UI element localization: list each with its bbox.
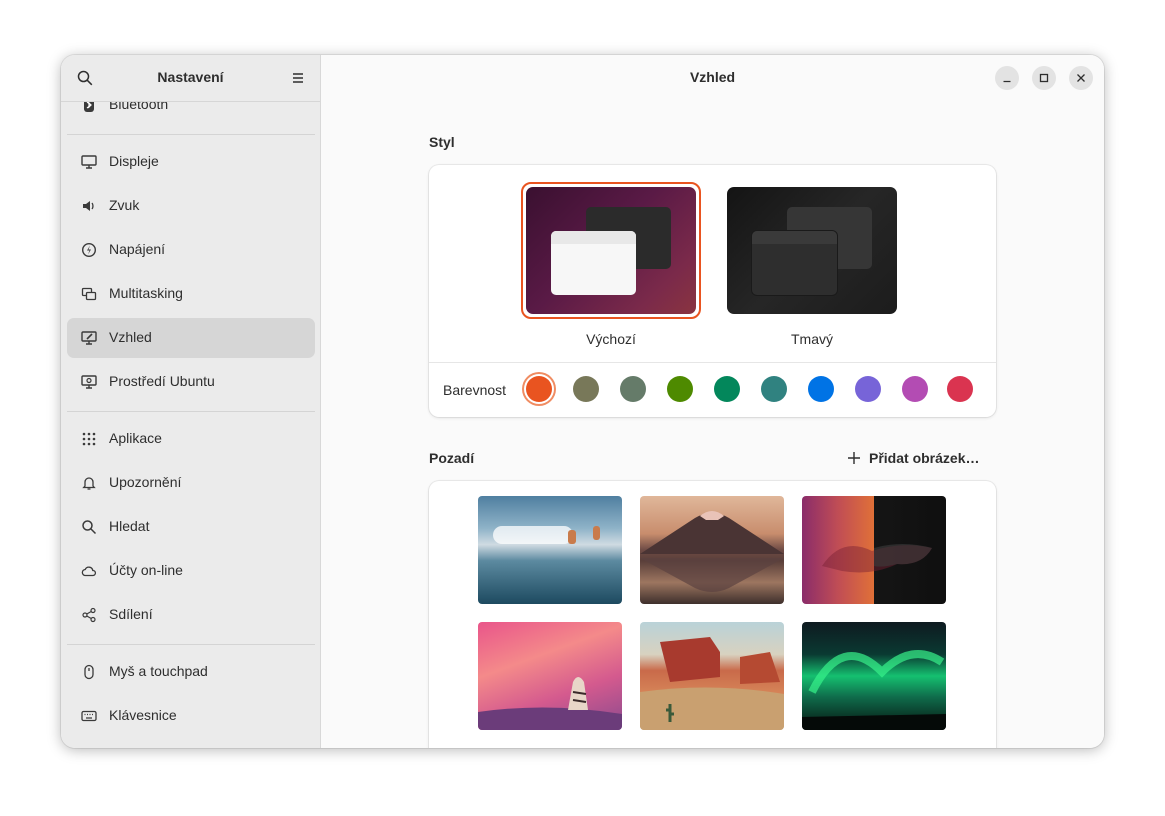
sidebar-divider: [67, 134, 315, 135]
sidebar-item-label: Displeje: [109, 153, 159, 169]
sidebar-item-multitasking[interactable]: Multitasking: [67, 274, 315, 314]
multitasking-icon: [81, 287, 97, 301]
accent-swatch-magenta[interactable]: [902, 376, 928, 402]
sidebar-item-ucty-online[interactable]: Účty on-line: [67, 551, 315, 591]
sidebar-header: Nastavení: [61, 55, 320, 102]
sidebar-item-label: Multitasking: [109, 285, 183, 301]
sidebar-divider: [67, 644, 315, 645]
sidebar-item-label: Klávesnice: [109, 707, 177, 723]
wallpaper-aurora[interactable]: [802, 622, 946, 730]
style-preview-dark: [727, 187, 897, 314]
accent-swatch-bark[interactable]: [573, 376, 599, 402]
cloud-shape: [493, 526, 573, 544]
preview-titlebar: [752, 231, 837, 244]
keyboard-icon: [81, 710, 97, 722]
sidebar-item-label: Prostředí Ubuntu: [109, 373, 215, 389]
wallpaper-numbat-pink[interactable]: [478, 622, 622, 730]
sidebar-item-label: Myš a touchpad: [109, 663, 208, 679]
accent-color-label: Barevnost: [443, 382, 507, 398]
accent-swatch-purple[interactable]: [855, 376, 881, 402]
sidebar-title: Nastavení: [157, 69, 224, 85]
cloud-icon: [81, 566, 97, 577]
sidebar-divider: [67, 411, 315, 412]
settings-window: Bluetooth Displeje Zvuk Napájení Multita…: [61, 55, 1104, 748]
wallpaper-mountain-lake[interactable]: [640, 496, 784, 604]
page-title: Vzhled: [689, 69, 736, 85]
close-icon: [1077, 74, 1085, 82]
sidebar-item-mys-touchpad[interactable]: Myš a touchpad: [67, 652, 315, 692]
style-section-title: Styl: [429, 134, 455, 150]
sidebar-item-label: Vzhled: [109, 329, 152, 345]
accent-swatch-blue[interactable]: [808, 376, 834, 402]
minimize-icon: [1003, 80, 1011, 83]
sidebar-item-label: Zvuk: [109, 197, 140, 213]
close-button[interactable]: [1069, 66, 1093, 90]
aurora-shape: [802, 650, 946, 730]
wallpaper-desert-canyon[interactable]: [640, 622, 784, 730]
sidebar-item-prostredi-ubuntu[interactable]: Prostředí Ubuntu: [67, 362, 315, 402]
style-option-label: Výchozí: [586, 331, 636, 347]
share-icon: [82, 607, 96, 623]
wallpaper-numbat-light-dark[interactable]: [802, 496, 946, 604]
style-card: Výchozí Tmavý Barevnost: [429, 165, 996, 417]
wallpaper-sky-reflection[interactable]: [478, 496, 622, 604]
numbat-silhouette: [822, 544, 932, 573]
content-pane: Vzhled Styl Výchozí Tmavý Barevnost Poza…: [321, 55, 1104, 748]
accent-swatch-prussian-green[interactable]: [761, 376, 787, 402]
ubuntu-desktop-icon: [81, 375, 97, 389]
plus-icon: [848, 452, 860, 464]
accent-swatch-viridian[interactable]: [714, 376, 740, 402]
add-picture-label: Přidat obrázek…: [869, 450, 980, 466]
maximize-button[interactable]: [1032, 66, 1056, 90]
mouse-icon: [84, 664, 94, 680]
maximize-icon: [1039, 73, 1049, 83]
search-icon: [82, 520, 97, 535]
figure-shape: [568, 530, 576, 544]
accent-swatch-red[interactable]: [947, 376, 973, 402]
sidebar: Bluetooth Displeje Zvuk Napájení Multita…: [61, 55, 321, 748]
mountain-shape: [640, 511, 784, 592]
hamburger-menu-icon[interactable]: [289, 69, 307, 87]
display-icon: [81, 155, 97, 169]
style-preview-default: [526, 187, 696, 314]
sidebar-item-label: Upozornění: [109, 474, 182, 490]
preview-titlebar: [551, 231, 636, 244]
sidebar-item-displeje[interactable]: Displeje: [67, 142, 315, 182]
sidebar-item-hledat[interactable]: Hledat: [67, 507, 315, 547]
style-divider: [429, 362, 996, 363]
sidebar-item-label: Napájení: [109, 241, 166, 257]
background-section-title: Pozadí: [429, 450, 475, 466]
accent-swatch-sage[interactable]: [620, 376, 646, 402]
apps-grid-icon: [82, 432, 96, 446]
sidebar-item-napajeni[interactable]: Napájení: [67, 230, 315, 270]
sidebar-item-klavesnice[interactable]: Klávesnice: [67, 696, 315, 736]
sidebar-item-aplikace[interactable]: Aplikace: [67, 419, 315, 459]
speaker-icon: [83, 201, 94, 211]
sidebar-item-label: Hledat: [109, 518, 150, 534]
sidebar-list[interactable]: Bluetooth Displeje Zvuk Napájení Multita…: [67, 55, 315, 748]
appearance-icon: [81, 331, 97, 345]
style-option-label: Tmavý: [791, 331, 833, 347]
sidebar-item-sdileni[interactable]: Sdílení: [67, 595, 315, 635]
minimize-button[interactable]: [995, 66, 1019, 90]
bell-icon: [82, 477, 96, 490]
sidebar-item-vzhled[interactable]: Vzhled: [67, 318, 315, 358]
sidebar-item-label: Sdílení: [109, 606, 153, 622]
canyon-shape: [640, 637, 784, 730]
sidebar-item-label: Aplikace: [109, 430, 162, 446]
numbat-illustration: [478, 677, 622, 730]
power-icon: [81, 242, 97, 258]
sidebar-item-upozorneni[interactable]: Upozornění: [67, 463, 315, 503]
sidebar-item-zvuk[interactable]: Zvuk: [67, 186, 315, 226]
accent-swatch-olive[interactable]: [667, 376, 693, 402]
sidebar-item-label: Účty on-line: [109, 562, 183, 578]
background-card: [429, 481, 996, 748]
accent-swatch-orange[interactable]: [526, 376, 552, 402]
figure-shape: [593, 526, 600, 540]
